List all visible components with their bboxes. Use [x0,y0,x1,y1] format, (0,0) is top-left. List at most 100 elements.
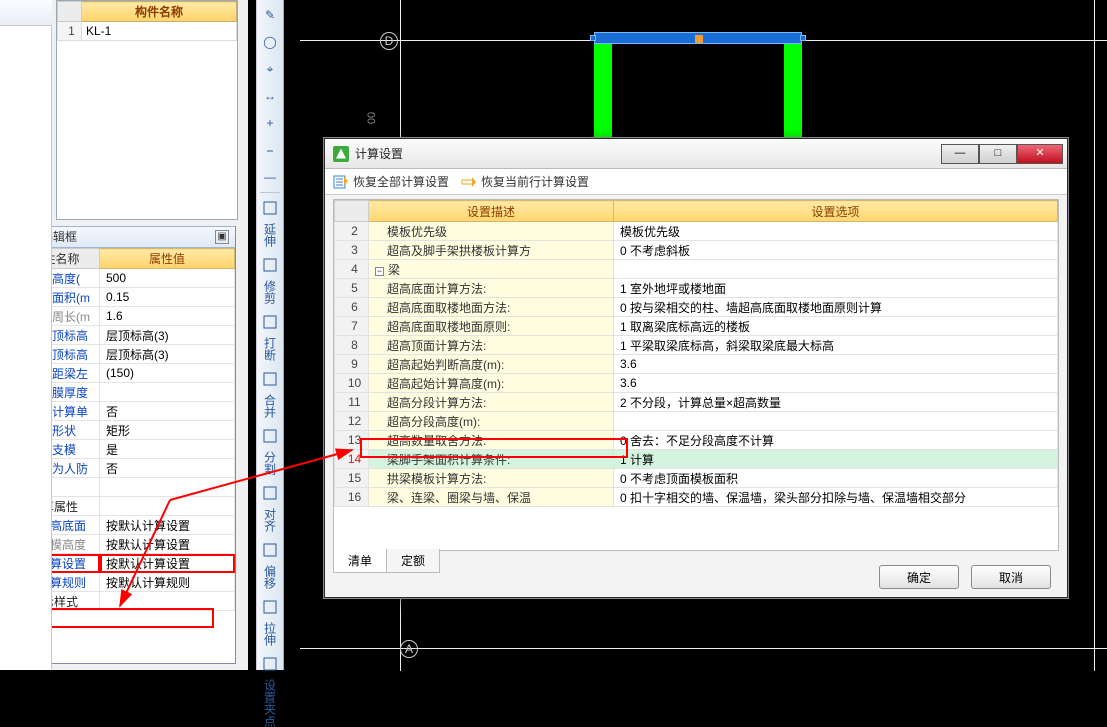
tool-label: 合并 [262,394,279,418]
prop-value[interactable]: 1.6 [100,307,235,326]
pin-icon[interactable]: ▣ [215,230,229,244]
settings-row[interactable]: 14 梁脚手架面积计算条件: 1 计算 [335,450,1058,469]
setting-desc: 超高分段高度(m): [369,412,614,431]
tool-label: 分割 [262,451,279,475]
row-number: 10 [335,374,369,393]
settings-row[interactable]: 11 超高分段计算方法: 2 不分段，计算总量×超高数量 [335,393,1058,412]
settings-row[interactable]: 8 超高顶面计算方法: 1 平梁取梁底标高，斜梁取梁底最大标高 [335,336,1058,355]
settings-row[interactable]: 7 超高底面取楼地面原则: 1 取离梁底标高远的楼板 [335,317,1058,336]
setting-option[interactable]: 0 不考虑斜板 [614,241,1058,260]
desc-header[interactable]: 设置描述 [369,201,614,222]
settings-row[interactable]: 16 梁、连梁、圈梁与墙、保温 0 扣十字相交的墙、保温墙，梁头部分扣除与墙、保… [335,488,1058,507]
setting-desc: 超高顶面计算方法: [369,336,614,355]
prop-value[interactable]: 按默认计算设置 [100,516,235,535]
setting-desc: 梁脚手架面积计算条件: [369,450,614,469]
settings-row[interactable]: 6 超高底面取楼地面方法: 0 按与梁相交的柱、墙超高底面取楼地面原则计算 [335,298,1058,317]
tool-button[interactable] [258,538,282,562]
restore-all-icon [333,174,349,190]
beam-end-handle[interactable] [800,35,806,41]
settings-row[interactable]: 9 超高起始判断高度(m): 3.6 [335,355,1058,374]
tool-button[interactable] [258,196,282,220]
setting-option[interactable]: 1 计算 [614,450,1058,469]
collapse-icon[interactable]: − [375,267,384,276]
ok-button[interactable]: 确定 [879,565,959,589]
maximize-button[interactable]: □ [979,144,1017,164]
row-number: 13 [335,431,369,450]
settings-row[interactable]: 2 模板优先级 模板优先级 [335,222,1058,241]
component-name-cell[interactable]: KL-1 [82,22,237,41]
tool-button[interactable] [258,367,282,391]
prop-col-value[interactable]: 属性值 [100,249,235,269]
prop-value[interactable]: 层顶标高(3) [100,345,235,364]
component-row[interactable]: 1 KL-1 [58,22,237,41]
settings-row[interactable]: 3 超高及脚手架拱楼板计算方 0 不考虑斜板 [335,241,1058,260]
prop-value[interactable]: 按默认计算设置 [100,554,235,573]
settings-row[interactable]: 4 −梁 [335,260,1058,279]
beam-mid-handle[interactable] [695,35,703,43]
tool-button[interactable] [258,652,282,676]
prop-value[interactable]: 按默认计算设置 [100,535,235,554]
tool-button[interactable]: ✎ [258,3,282,27]
setting-desc: 超高起始判断高度(m): [369,355,614,374]
prop-value[interactable]: (150) [100,364,235,383]
beam-end-handle[interactable] [590,35,596,41]
dialog-body: 设置描述设置选项 2 模板优先级 模板优先级 3 超高及脚手架拱楼板计算方 0 … [333,199,1059,551]
settings-row[interactable]: 10 超高起始计算高度(m): 3.6 [335,374,1058,393]
component-list[interactable]: 构件名称 1 KL-1 [56,0,238,220]
cancel-button[interactable]: 取消 [971,565,1051,589]
tool-button[interactable]: — [258,165,282,189]
tool-button[interactable]: ↔ [258,84,282,108]
dialog-titlebar[interactable]: 计算设置 — □ ✕ [325,139,1067,169]
setting-option[interactable]: 2 不分段，计算总量×超高数量 [614,393,1058,412]
setting-option[interactable] [614,260,1058,279]
tool-button[interactable] [258,310,282,334]
restore-row-button[interactable]: 恢复当前行计算设置 [461,173,589,190]
setting-option[interactable]: 0 不考虑顶面模板面积 [614,469,1058,488]
settings-row[interactable]: 12 超高分段高度(m): [335,412,1058,431]
prop-value[interactable]: 否 [100,459,235,478]
settings-row[interactable]: 15 拱梁模板计算方法: 0 不考虑顶面模板面积 [335,469,1058,488]
prop-value[interactable]: 按默认计算规则 [100,573,235,592]
prop-value[interactable]: 矩形 [100,421,235,440]
setting-desc: 超高起始计算高度(m): [369,374,614,393]
settings-row[interactable]: 5 超高底面计算方法: 1 室外地坪或楼地面 [335,279,1058,298]
setting-option[interactable] [614,412,1058,431]
setting-option[interactable]: 0 舍去：不足分段高度不计算 [614,431,1058,450]
opt-header[interactable]: 设置选项 [614,201,1058,222]
close-button[interactable]: ✕ [1017,144,1063,164]
minimize-button[interactable]: — [941,144,979,164]
setting-option[interactable]: 3.6 [614,374,1058,393]
tool-button[interactable]: ⌖ [258,57,282,81]
tool-button[interactable] [258,595,282,619]
setting-option[interactable]: 1 取离梁底标高远的楼板 [614,317,1058,336]
dim-label: 00 [366,112,378,124]
prop-value[interactable]: 0.15 [100,288,235,307]
tool-button[interactable]: ⎯ [258,138,282,162]
row-number: 1 [58,22,82,41]
setting-desc: 超高底面取楼地面方法: [369,298,614,317]
setting-option[interactable]: 1 室外地坪或楼地面 [614,279,1058,298]
settings-row[interactable]: 13 超高数量取舍方法: 0 舍去：不足分段高度不计算 [335,431,1058,450]
tool-button[interactable] [258,481,282,505]
prop-value[interactable] [100,478,235,497]
setting-desc: 模板优先级 [369,222,614,241]
setting-option[interactable]: 3.6 [614,355,1058,374]
restore-all-button[interactable]: 恢复全部计算设置 [333,173,449,190]
tool-button[interactable] [258,424,282,448]
tool-button[interactable]: ◯ [258,30,282,54]
setting-option[interactable]: 模板优先级 [614,222,1058,241]
tool-button[interactable]: + [258,111,282,135]
row-number: 3 [335,241,369,260]
component-name-header[interactable]: 构件名称 [82,2,237,22]
prop-value[interactable]: 是 [100,440,235,459]
setting-option[interactable]: 0 按与梁相交的柱、墙超高底面取楼地面原则计算 [614,298,1058,317]
prop-value[interactable]: 500 [100,269,235,288]
prop-value[interactable]: 层顶标高(3) [100,326,235,345]
setting-option[interactable]: 1 平梁取梁底标高，斜梁取梁底最大标高 [614,336,1058,355]
row-number: 8 [335,336,369,355]
setting-option[interactable]: 0 扣十字相交的墙、保温墙，梁头部分扣除与墙、保温墙相交部分 [614,488,1058,507]
prop-value[interactable] [100,383,235,402]
tool-button[interactable] [258,253,282,277]
prop-value[interactable]: 否 [100,402,235,421]
setting-desc: 超高数量取舍方法: [369,431,614,450]
